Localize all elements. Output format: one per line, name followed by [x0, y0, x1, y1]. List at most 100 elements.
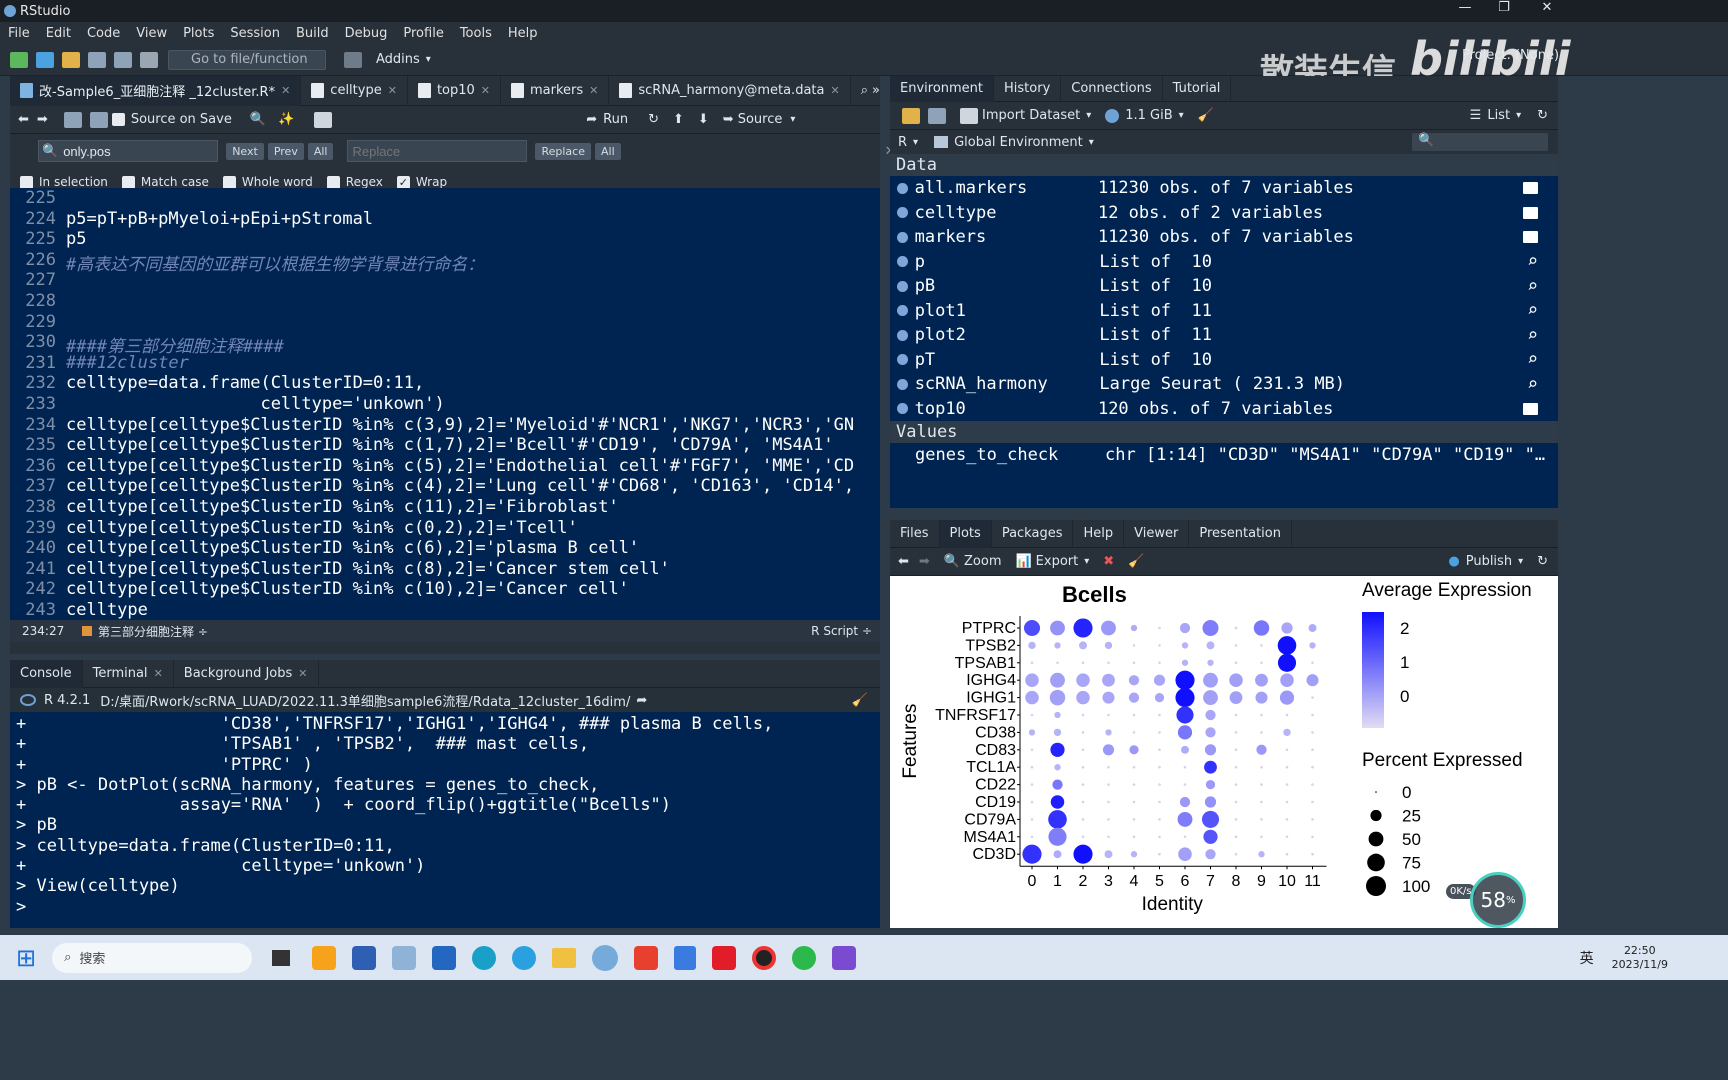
- save-icon[interactable]: [89, 111, 108, 128]
- source-on-save-checkbox[interactable]: [111, 113, 125, 126]
- menu-file[interactable]: File: [0, 26, 38, 41]
- search-icon[interactable]: ⌕: [1527, 300, 1538, 321]
- tab-connections[interactable]: Connections: [1061, 75, 1163, 102]
- env-row[interactable]: plot1 List of 11 ⌕: [890, 299, 1558, 324]
- menu-session[interactable]: Session: [222, 26, 288, 41]
- wrap-checkbox[interactable]: ✓: [396, 175, 410, 189]
- replace-input[interactable]: [347, 140, 528, 162]
- expand-icon[interactable]: [897, 231, 908, 243]
- rerun-icon[interactable]: ↻: [648, 112, 659, 127]
- export-menu[interactable]: Export: [1036, 554, 1079, 569]
- expand-icon[interactable]: [897, 207, 908, 219]
- minimize-button[interactable]: —: [1455, 0, 1475, 15]
- broom-icon[interactable]: 🧹: [1128, 554, 1144, 569]
- menu-build[interactable]: Build: [288, 26, 337, 41]
- close-tab-icon[interactable]: ✕: [154, 667, 163, 680]
- forward-arrow-icon[interactable]: ➡: [37, 112, 48, 127]
- zoom-button[interactable]: Zoom: [964, 554, 1001, 569]
- rstudio-taskbar-icon[interactable]: [592, 944, 619, 971]
- forward-arrow-icon[interactable]: ➡: [919, 554, 930, 569]
- clear-console-icon[interactable]: 🧹: [852, 693, 868, 708]
- save-icon[interactable]: [88, 51, 106, 68]
- close-tab-icon[interactable]: ✕: [589, 84, 598, 97]
- expand-icon[interactable]: [897, 256, 908, 268]
- record-icon[interactable]: [752, 945, 777, 970]
- youdao-icon[interactable]: [712, 945, 737, 970]
- memory-usage[interactable]: 1.1 GiB: [1125, 108, 1172, 123]
- close-tab-icon[interactable]: ✕: [281, 84, 290, 97]
- print-icon[interactable]: [140, 51, 158, 68]
- chevron-down-icon[interactable]: ▾: [790, 114, 795, 125]
- in-selection-checkbox[interactable]: [20, 175, 33, 189]
- view-mode-menu[interactable]: List: [1487, 108, 1510, 123]
- close-tab-icon[interactable]: ✕: [830, 84, 839, 97]
- scope-menu[interactable]: Global Environment: [954, 135, 1083, 150]
- menu-plots[interactable]: Plots: [175, 26, 222, 41]
- code-line[interactable]: 242 celltype[celltype$ClusterID %in% c(10…: [10, 579, 880, 600]
- tab-tutorial[interactable]: Tutorial: [1163, 75, 1232, 102]
- editor-tab-top10[interactable]: top10 ✕: [408, 75, 502, 106]
- tab-files[interactable]: Files: [890, 519, 940, 548]
- run-button[interactable]: Run: [603, 112, 628, 127]
- find-all-button[interactable]: All: [307, 142, 334, 160]
- regex-checkbox[interactable]: [326, 175, 340, 189]
- close-tab-icon[interactable]: ✕: [388, 84, 397, 97]
- grid-layout-icon[interactable]: [344, 51, 362, 68]
- search-icon[interactable]: ⌕: [1527, 349, 1538, 370]
- open-folder-icon[interactable]: [902, 107, 920, 124]
- search-icon[interactable]: ⌕: [1527, 374, 1538, 395]
- whole-word-checkbox[interactable]: [222, 175, 236, 189]
- find-prev-button[interactable]: Prev: [267, 142, 304, 160]
- addins-menu[interactable]: Addins: [376, 52, 420, 67]
- tab-plots[interactable]: Plots: [939, 519, 992, 548]
- overlay-meter[interactable]: 58%: [1470, 872, 1526, 928]
- tab-background-jobs[interactable]: Background Jobs ✕: [174, 659, 319, 688]
- more-tabs-icon[interactable]: »: [872, 83, 880, 98]
- app-icon[interactable]: [832, 945, 857, 970]
- code-line[interactable]: 234 celltype[celltype$ClusterID %in% c(3,…: [10, 415, 880, 436]
- menu-view[interactable]: View: [128, 26, 175, 41]
- find-input[interactable]: [38, 140, 219, 162]
- env-row[interactable]: top10 120 obs. of 7 variables: [890, 397, 1558, 422]
- source-button[interactable]: Source: [738, 112, 783, 127]
- tab-packages[interactable]: Packages: [992, 519, 1074, 548]
- menu-edit[interactable]: Edit: [38, 26, 79, 41]
- menu-code[interactable]: Code: [79, 26, 128, 41]
- tab-history[interactable]: History: [994, 75, 1062, 102]
- replace-button[interactable]: Replace: [535, 142, 591, 160]
- taskbar-search[interactable]: ⌕ 搜索: [52, 942, 253, 973]
- table-icon[interactable]: [1522, 402, 1538, 415]
- tab-presentation[interactable]: Presentation: [1189, 519, 1292, 548]
- menu-help[interactable]: Help: [500, 26, 546, 41]
- show-in-window-icon[interactable]: [63, 111, 82, 128]
- expand-icon[interactable]: [897, 329, 908, 341]
- environment-search-input[interactable]: 🔍: [1412, 133, 1548, 151]
- filetype-menu[interactable]: R Script ÷: [811, 624, 872, 638]
- env-row[interactable]: p List of 10 ⌕: [890, 250, 1558, 275]
- publish-menu[interactable]: Publish: [1466, 554, 1512, 569]
- tab-help[interactable]: Help: [1073, 519, 1125, 548]
- menu-debug[interactable]: Debug: [337, 26, 396, 41]
- env-row[interactable]: celltype 12 obs. of 2 variables: [890, 201, 1558, 226]
- code-line[interactable]: 237 celltype[celltype$ClusterID %in% c(4)…: [10, 476, 880, 497]
- save-all-icon[interactable]: [114, 51, 132, 68]
- import-dataset-icon[interactable]: [960, 107, 978, 124]
- editor-tab-celltype[interactable]: celltype ✕: [301, 75, 408, 106]
- new-project-icon[interactable]: [36, 51, 54, 68]
- close-window-button[interactable]: ✕: [1537, 0, 1557, 15]
- app-icon[interactable]: [352, 945, 377, 970]
- expand-icon[interactable]: [897, 354, 908, 366]
- menu-profile[interactable]: Profile: [395, 26, 451, 41]
- code-editor[interactable]: 225 224 p5=pT+pB+pMyeloi+pEpi+pStromal 225 p…: [10, 188, 880, 620]
- env-row[interactable]: pB List of 10 ⌕: [890, 274, 1558, 299]
- table-icon[interactable]: [1522, 182, 1538, 195]
- tab-environment[interactable]: Environment: [890, 75, 995, 102]
- find-next-button[interactable]: Next: [226, 142, 264, 160]
- code-line[interactable]: 226 #高表达不同基因的亚群可以根据生物学背景进行命名：: [10, 250, 880, 275]
- menu-tools[interactable]: Tools: [452, 26, 500, 41]
- search-tabs-icon[interactable]: ⌕: [861, 83, 868, 98]
- code-line[interactable]: 229: [10, 312, 880, 333]
- search-icon[interactable]: ⌕: [1527, 276, 1538, 297]
- code-line[interactable]: 238 celltype[celltype$ClusterID %in% c(11…: [10, 497, 880, 518]
- import-dataset-menu[interactable]: Import Dataset: [982, 108, 1080, 123]
